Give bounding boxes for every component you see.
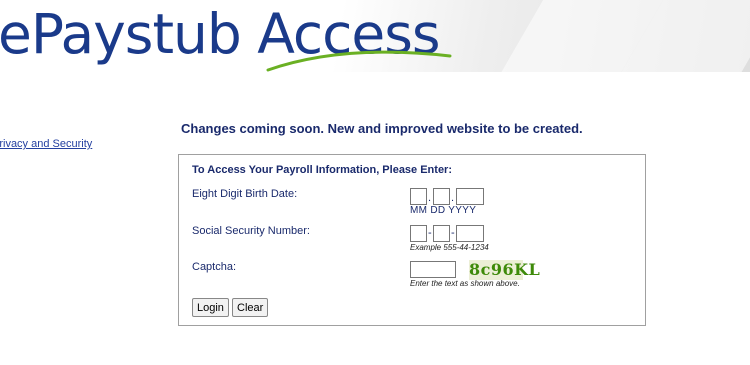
- date-separator: .: [451, 192, 455, 204]
- captcha-label: Captcha:: [192, 261, 237, 273]
- logo-swoosh: [266, 50, 452, 72]
- clear-button[interactable]: Clear: [232, 298, 269, 317]
- birth-month-input[interactable]: [410, 188, 427, 205]
- ssn-label: Social Security Number:: [192, 225, 310, 237]
- birth-date-label: Eight Digit Birth Date:: [192, 188, 298, 200]
- ssn-example-hint: Example 555-44-1234: [410, 243, 489, 252]
- form-heading: To Access Your Payroll Information, Plea…: [192, 164, 453, 176]
- ssn-separator: -: [428, 227, 432, 239]
- captcha-hint: Enter the text as shown above.: [410, 279, 520, 288]
- ssn-part2-input[interactable]: [433, 225, 450, 242]
- ssn-part1-input[interactable]: [410, 225, 427, 242]
- date-separator: .: [428, 192, 432, 204]
- privacy-security-link[interactable]: Privacy and Security: [0, 138, 92, 150]
- login-button[interactable]: Login: [192, 298, 229, 317]
- notice-message: Changes coming soon. New and improved we…: [181, 121, 583, 136]
- captcha-input[interactable]: [410, 261, 456, 278]
- login-form-panel: To Access Your Payroll Information, Plea…: [178, 154, 646, 326]
- captcha-image: 8c96KL: [469, 260, 541, 280]
- header-banner: ePaystub Access: [0, 0, 750, 72]
- ssn-separator: -: [451, 227, 455, 239]
- birth-year-input[interactable]: [456, 188, 484, 205]
- ssn-part3-input[interactable]: [456, 225, 484, 242]
- date-format-hint: MM DD YYYY: [410, 205, 477, 216]
- birth-day-input[interactable]: [433, 188, 450, 205]
